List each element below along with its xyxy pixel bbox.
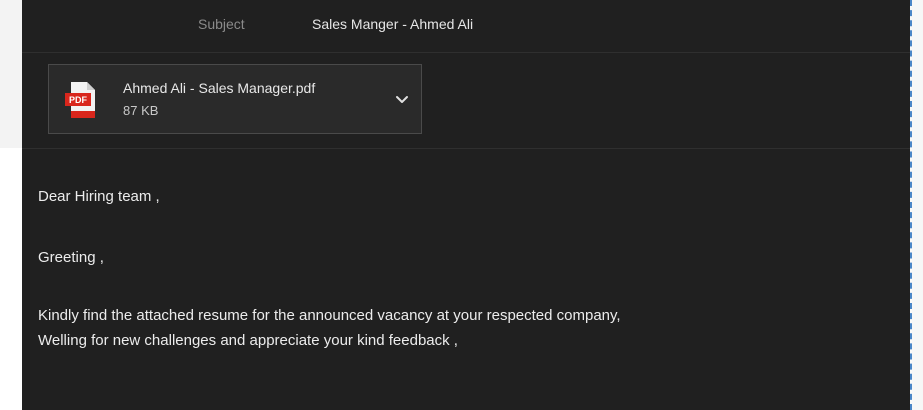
header-divider bbox=[22, 148, 910, 149]
subject-label: Subject bbox=[198, 16, 245, 32]
pdf-file-icon: PDF bbox=[65, 82, 95, 118]
compose-pane: Subject Sales Manger - Ahmed Ali PDF Ahm… bbox=[22, 0, 910, 410]
mail-window: Subject Sales Manger - Ahmed Ali PDF Ahm… bbox=[0, 0, 923, 410]
attachment-card[interactable]: PDF Ahmed Ali - Sales Manager.pdf 87 KB bbox=[48, 64, 422, 134]
selection-border bbox=[910, 0, 923, 410]
attachment-size: 87 KB bbox=[123, 103, 159, 118]
body-line-1: Kindly find the attached resume for the … bbox=[38, 307, 621, 324]
body-line-2: Welling for new challenges and appreciat… bbox=[38, 332, 458, 349]
subject-row: Subject Sales Manger - Ahmed Ali bbox=[22, 0, 910, 53]
salutation-line: Greeting , bbox=[38, 249, 104, 266]
subject-field[interactable]: Sales Manger - Ahmed Ali bbox=[312, 16, 473, 32]
message-body[interactable]: Dear Hiring team , Greeting , Kindly fin… bbox=[38, 184, 898, 353]
attachment-name: Ahmed Ali - Sales Manager.pdf bbox=[123, 80, 316, 96]
chevron-down-icon[interactable] bbox=[395, 93, 409, 107]
pdf-icon-label: PDF bbox=[69, 95, 88, 105]
left-margin bbox=[0, 148, 22, 410]
greeting-line: Dear Hiring team , bbox=[38, 188, 160, 205]
